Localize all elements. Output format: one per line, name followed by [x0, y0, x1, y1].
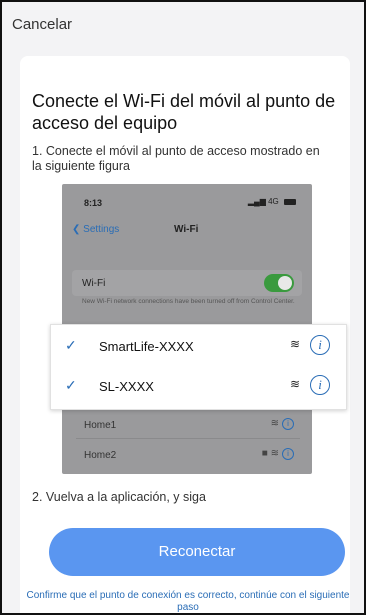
wifi-label: Wi-Fi [82, 278, 106, 289]
hotspot-list-popup: ✓ SmartLife-XXXX ≋ i ✓ SL-XXXX ≋ i [50, 324, 347, 410]
network-name: Home2 [84, 450, 117, 461]
step-2-instruction: 2. Vuelva a la aplicación, y siga [32, 490, 206, 504]
wifi-toggle-row: Wi-Fi [72, 270, 302, 296]
check-icon: ✓ [65, 377, 77, 393]
network-name: SL-XXXX [99, 379, 154, 394]
wifi-toggle [264, 274, 294, 292]
wifi-icon: ≋ [289, 337, 300, 351]
wifi-icon: ≋ [270, 448, 279, 459]
lock-icon: ■ [261, 448, 268, 459]
status-time: 8:13 [84, 198, 103, 208]
info-icon: i [282, 448, 294, 460]
screen: Cancelar Conecte el Wi-Fi del móvil al p… [0, 0, 366, 615]
wifi-icon: ≋ [289, 377, 300, 391]
network-row-home1: Home1 ≋ i [76, 416, 300, 436]
page-title: Conecte el Wi-Fi del móvil al punto de a… [32, 91, 336, 133]
network-name: Home1 [84, 420, 117, 431]
divider [76, 438, 300, 439]
network-icons: ≋ i [271, 418, 294, 430]
battery-icon [284, 198, 296, 205]
control-center-note: New Wi-Fi network connections have been … [82, 298, 295, 305]
network-type: 4G [268, 197, 279, 206]
network-icons: ■ ≋ i [262, 448, 294, 460]
toggle-knob [278, 276, 292, 290]
confirm-help-link[interactable]: Confirme que el punto de conexión es cor… [24, 590, 352, 613]
network-name: SmartLife-XXXX [99, 339, 194, 354]
network-row-sl: ✓ SL-XXXX ≋ i [51, 367, 346, 407]
wifi-screen-title: Wi-Fi [174, 224, 199, 235]
top-bar: Cancelar [2, 2, 364, 52]
cancel-button[interactable]: Cancelar [12, 16, 72, 33]
back-label: Settings [83, 224, 120, 235]
info-icon: i [310, 335, 330, 355]
signal-icon: ▂▄▆ [247, 197, 266, 206]
settings-back-link: ❮ Settings [72, 224, 119, 235]
chevron-left-icon: ❮ [72, 224, 81, 235]
network-row-home2: Home2 ■ ≋ i [76, 446, 300, 466]
reconnect-button[interactable]: Reconectar [49, 528, 345, 576]
status-indicators: ▂▄▆ 4G [248, 197, 296, 206]
step-1-instruction: 1. Conecte el móvil al punto de acceso m… [32, 144, 320, 173]
check-icon: ✓ [65, 337, 77, 353]
network-row-smartlife: ✓ SmartLife-XXXX ≋ i [51, 327, 346, 367]
wifi-icon: ≋ [270, 418, 279, 429]
info-icon: i [310, 375, 330, 395]
info-icon: i [282, 418, 294, 430]
